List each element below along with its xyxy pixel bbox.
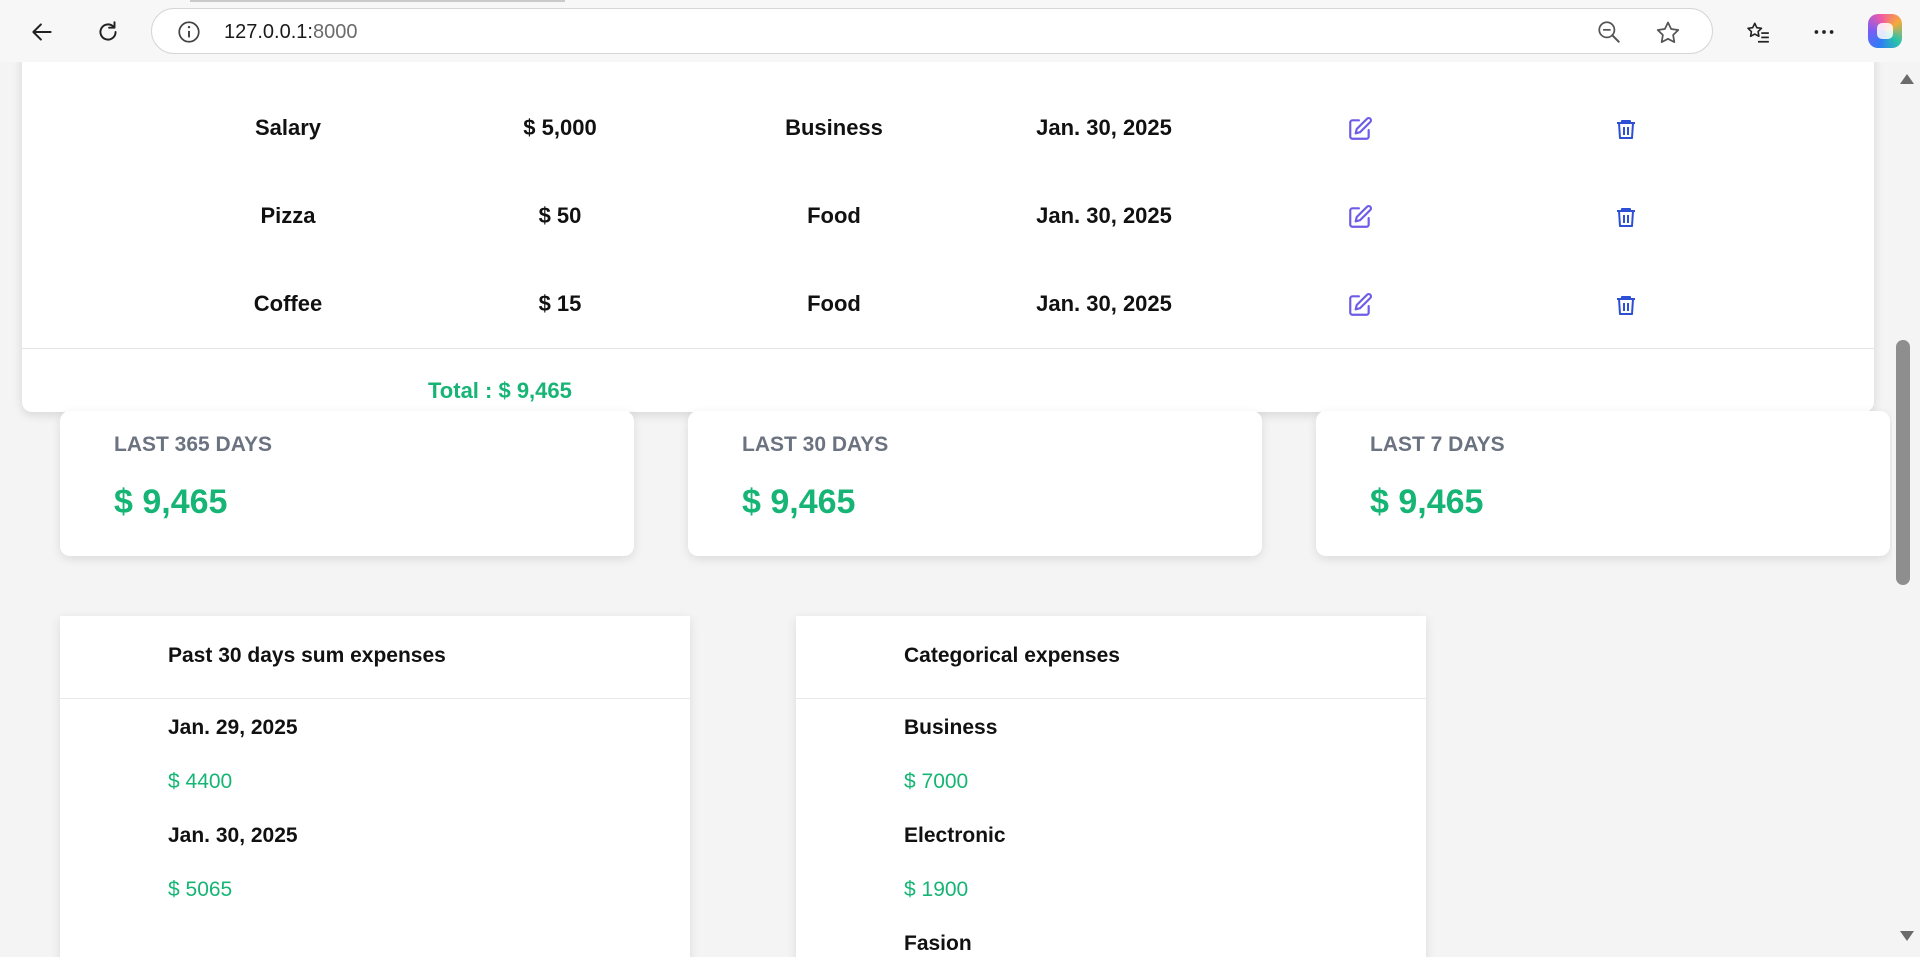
arrow-left-icon [32, 23, 52, 41]
page-content: Salary $ 5,000 Business Jan. 30, 2025 Pi… [0, 62, 1892, 957]
list-item-amount: $ 4400 [168, 770, 233, 793]
row-date: Jan. 30, 2025 [1036, 203, 1172, 228]
row-category: Food [807, 203, 861, 228]
scrollbar-thumb[interactable] [1896, 340, 1910, 585]
scroll-up-arrow-icon[interactable] [1900, 74, 1914, 84]
row-category: Food [807, 291, 861, 316]
trash-icon [1617, 296, 1635, 316]
scroll-down-arrow-icon[interactable] [1900, 931, 1914, 941]
zoom-out-icon[interactable] [1596, 19, 1622, 45]
row-date: Jan. 30, 2025 [1036, 115, 1172, 140]
url-host: 127.0.0.1: [224, 21, 313, 43]
table-divider [22, 348, 1874, 349]
row-name: Salary [254, 115, 322, 140]
row-date: Jan. 30, 2025 [1036, 291, 1172, 316]
summary-value: $ 9,465 [1370, 483, 1484, 521]
transactions-total: Total : $ 9,465 [428, 378, 572, 403]
summary-label: LAST 30 DAYS [742, 433, 889, 456]
row-amount: $ 15 [538, 291, 582, 316]
reload-icon [99, 21, 117, 41]
row-amount: $ 5,000 [523, 115, 597, 140]
summary-card-30-days: LAST 30 DAYS $ 9,465 [688, 411, 1262, 556]
summary-card-365-days: LAST 365 DAYS $ 9,465 [60, 411, 634, 556]
summary-card-7-days: LAST 7 DAYS $ 9,465 [1316, 411, 1890, 556]
table-row: Salary $ 5,000 Business Jan. 30, 2025 [22, 98, 1874, 158]
copilot-icon[interactable] [1868, 14, 1902, 48]
edit-button[interactable] [1340, 98, 1380, 158]
row-name: Coffee [253, 291, 323, 316]
back-button[interactable] [22, 12, 62, 52]
favorites-button[interactable] [1738, 12, 1778, 52]
edit-button[interactable] [1340, 274, 1380, 334]
more-dots-icon [1814, 30, 1834, 34]
list-item-amount: $ 7000 [904, 770, 969, 793]
list-item-amount: $ 1900 [904, 878, 969, 901]
list-item-amount: $ 5065 [168, 878, 233, 901]
edit-icon [1349, 117, 1372, 141]
past-30-days-card: Past 30 days sum expenses Jan. 29, 2025 … [60, 616, 690, 957]
edit-icon [1349, 293, 1372, 317]
favorite-star-icon[interactable] [1654, 19, 1682, 47]
edit-icon [1349, 205, 1372, 229]
reload-button[interactable] [88, 12, 128, 52]
delete-button[interactable] [1606, 274, 1646, 334]
card-title: Past 30 days sum expenses [168, 644, 446, 667]
table-row: Coffee $ 15 Food Jan. 30, 2025 [22, 274, 1874, 334]
trash-icon [1617, 120, 1635, 140]
row-name: Pizza [260, 203, 316, 228]
list-item-category: Business [904, 716, 998, 739]
edit-button[interactable] [1340, 186, 1380, 246]
summary-label: LAST 7 DAYS [1370, 433, 1505, 456]
summary-value: $ 9,465 [742, 483, 856, 521]
card-divider [796, 698, 1426, 699]
summary-label: LAST 365 DAYS [114, 433, 272, 456]
list-item-category: Fasion [904, 932, 972, 955]
more-menu-button[interactable] [1804, 12, 1844, 52]
trash-icon [1617, 208, 1635, 228]
list-item-category: Electronic [904, 824, 1006, 847]
delete-button[interactable] [1606, 186, 1646, 246]
delete-button[interactable] [1606, 98, 1646, 158]
row-category: Business [785, 115, 883, 140]
url-port: 8000 [312, 21, 358, 43]
site-info-icon[interactable] [176, 19, 202, 45]
row-amount: $ 50 [538, 203, 582, 228]
page-scrollbar[interactable] [1892, 62, 1920, 957]
list-item-date: Jan. 30, 2025 [168, 824, 298, 847]
favorites-list-icon [1747, 22, 1769, 43]
list-item-date: Jan. 29, 2025 [168, 716, 298, 739]
url-text[interactable]: 127.0.0.1:8000 [224, 21, 357, 44]
categorical-expenses-card: Categorical expenses Business $ 7000 Ele… [796, 616, 1426, 957]
address-bar[interactable]: 127.0.0.1:8000 [151, 8, 1713, 54]
browser-toolbar: 127.0.0.1:8000 [0, 0, 1920, 63]
transactions-card: Salary $ 5,000 Business Jan. 30, 2025 Pi… [22, 62, 1874, 412]
active-tab-indicator [190, 0, 565, 2]
card-divider [60, 698, 690, 699]
card-title: Categorical expenses [904, 644, 1120, 667]
table-row: Pizza $ 50 Food Jan. 30, 2025 [22, 186, 1874, 246]
summary-value: $ 9,465 [114, 483, 228, 521]
